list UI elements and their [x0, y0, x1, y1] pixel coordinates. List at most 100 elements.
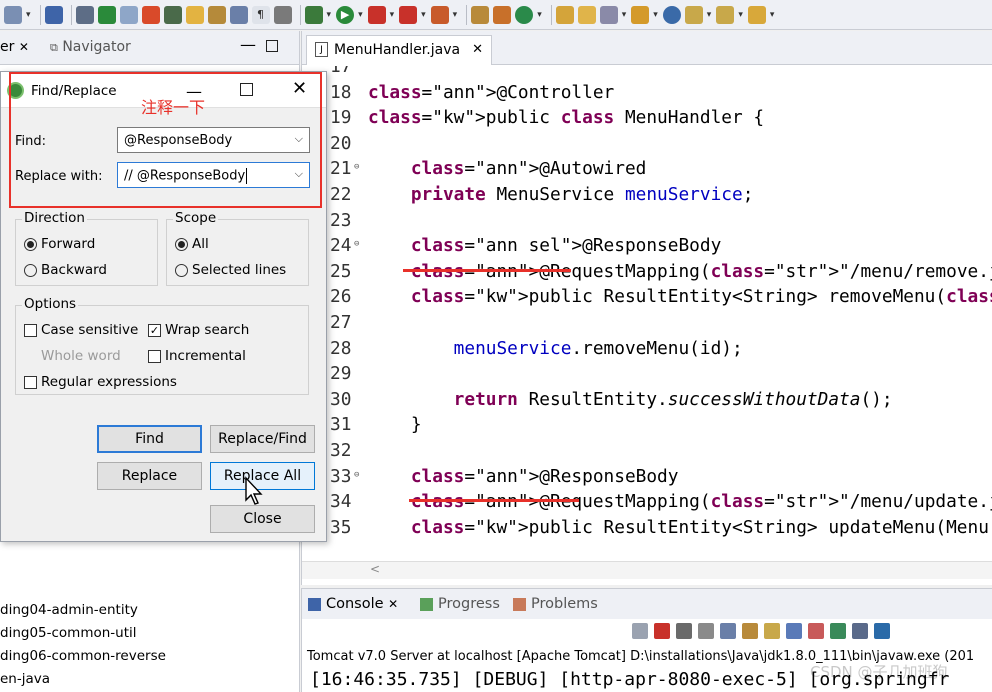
word-wrap-icon[interactable]	[764, 623, 780, 639]
highlight-icon[interactable]	[185, 5, 204, 24]
new-wizard-icon[interactable]	[515, 5, 534, 24]
clear-console-icon[interactable]	[720, 623, 736, 639]
code-line[interactable]: 26 class="kw">public ResultEntity<String…	[302, 286, 992, 312]
code-line[interactable]: 23	[302, 210, 992, 236]
skip-breakpoints-icon[interactable]	[75, 5, 94, 24]
code-line[interactable]: 35 class="kw">public ResultEntity<String…	[302, 517, 992, 543]
radio-button[interactable]	[175, 263, 188, 277]
previous-annotation-icon[interactable]	[716, 5, 735, 24]
display-console-icon[interactable]	[852, 623, 868, 639]
bug-icon[interactable]	[97, 5, 116, 24]
open-console-icon[interactable]	[874, 623, 890, 639]
back-icon[interactable]	[747, 5, 766, 24]
open-folder-icon[interactable]	[577, 5, 596, 24]
tab-menuhandler-java[interactable]: J MenuHandler.java ✕	[306, 35, 492, 65]
fold-toggle-icon[interactable]: ⊖	[354, 239, 359, 249]
paragraph-icon[interactable]: ¶	[251, 5, 270, 24]
list-item[interactable]: en-java	[0, 668, 300, 691]
close-icon[interactable]: ✕	[388, 597, 398, 611]
code-line[interactable]: 30 return ResultEntity.successWithoutDat…	[302, 389, 992, 415]
code-line[interactable]: 21 ⊖ class="ann">@Autowired	[302, 158, 992, 184]
close-icon[interactable]: ✕	[19, 40, 29, 54]
pin-console-icon[interactable]	[830, 623, 846, 639]
tab-progress[interactable]: Progress	[420, 596, 500, 612]
show-whitespace-icon[interactable]	[119, 5, 138, 24]
remove-all-icon[interactable]	[698, 623, 714, 639]
code-line[interactable]: 27	[302, 312, 992, 338]
checkbox[interactable]	[24, 375, 37, 389]
list-item[interactable]: ding06-common-reverse	[0, 645, 300, 668]
list-item[interactable]: ding05-common-util	[0, 622, 300, 645]
fold-toggle-icon[interactable]: ⊖	[354, 162, 359, 172]
radio-button[interactable]	[24, 263, 37, 277]
external-tools-icon[interactable]	[367, 5, 386, 24]
replace-find-button[interactable]: Replace/Find	[210, 425, 315, 453]
scroll-lock-icon[interactable]	[742, 623, 758, 639]
chevron-down-icon[interactable]: ▾	[327, 10, 332, 20]
code-line[interactable]: 34 class="ann">@RequestMapping(class="st…	[302, 491, 992, 517]
find-input[interactable]: @ResponseBody ⌵	[117, 127, 310, 153]
replace-input[interactable]: // @ResponseBody ⌵	[117, 162, 310, 188]
rocket-icon[interactable]	[599, 5, 618, 24]
close-button[interactable]: Close	[210, 505, 315, 533]
code-line[interactable]: 18 class="ann">@Controller	[302, 82, 992, 108]
block-icon[interactable]	[229, 5, 248, 24]
code-line[interactable]: 33 ⊖ class="ann">@ResponseBody	[302, 466, 992, 492]
debug-icon[interactable]	[304, 5, 323, 24]
code-area[interactable]: 17 18 class="ann">@Controller 19 class="kw">…	[302, 66, 992, 566]
chevron-down-icon[interactable]: ▾	[453, 10, 458, 20]
code-line[interactable]: 29	[302, 363, 992, 389]
globe-icon[interactable]	[662, 5, 681, 24]
chevron-down-icon[interactable]: ▾	[738, 10, 743, 20]
open-task-icon[interactable]	[631, 5, 650, 24]
tab-package-explorer[interactable]: er ✕	[0, 39, 29, 55]
brush-icon[interactable]	[273, 5, 292, 24]
code-line[interactable]: 20	[302, 133, 992, 159]
replace-button[interactable]: Replace	[97, 462, 202, 490]
open-type-icon[interactable]	[555, 5, 574, 24]
close-icon[interactable]: ✕	[292, 78, 307, 99]
radio-forward[interactable]: Forward	[24, 236, 95, 252]
chevron-down-icon[interactable]: ▾	[537, 10, 542, 20]
chevron-down-icon[interactable]: ▾	[26, 10, 31, 20]
list-item[interactable]: ding04-admin-entity	[0, 599, 300, 622]
relaunch-icon[interactable]	[632, 623, 648, 639]
code-line[interactable]: 28 menuService.removeMenu(id);	[302, 338, 992, 364]
run-icon[interactable]: ▶	[336, 5, 355, 24]
tab-problems[interactable]: Problems	[513, 596, 598, 612]
next-annotation-icon[interactable]	[684, 5, 703, 24]
server-icon[interactable]	[430, 5, 449, 24]
code-line[interactable]: 32	[302, 440, 992, 466]
chevron-down-icon[interactable]: ▾	[421, 10, 426, 20]
maximize-icon[interactable]	[266, 40, 278, 52]
chevron-down-icon[interactable]: ▾	[622, 10, 627, 20]
code-line[interactable]: 25 class="ann">@RequestMapping(class="st…	[302, 261, 992, 287]
code-line[interactable]: 19 class="kw">public class MenuHandler {	[302, 107, 992, 133]
chevron-down-icon[interactable]: ▾	[390, 10, 395, 20]
new-package-icon[interactable]	[471, 5, 490, 24]
fold-toggle-icon[interactable]: ⊖	[354, 470, 359, 480]
checkmark-icon[interactable]: ✓	[148, 323, 161, 337]
chevron-down-icon[interactable]: ⌵	[295, 167, 303, 181]
chevron-down-icon[interactable]: ▾	[770, 10, 775, 20]
show-on-output-icon[interactable]	[786, 623, 802, 639]
chevron-down-icon[interactable]: ▾	[707, 10, 712, 20]
checkbox[interactable]	[24, 323, 37, 337]
refresh-icon[interactable]	[141, 5, 160, 24]
pin-icon[interactable]	[163, 5, 182, 24]
checkbox-wrap-search[interactable]: ✓ Wrap search	[148, 322, 249, 338]
close-icon[interactable]: ✕	[472, 42, 483, 57]
radio-button[interactable]	[175, 237, 188, 251]
edit-icon[interactable]	[207, 5, 226, 24]
checkbox-case-sensitive[interactable]: Case sensitive	[24, 322, 138, 338]
code-line[interactable]: 31 }	[302, 414, 992, 440]
console-view-icon[interactable]	[44, 5, 63, 24]
stop-icon[interactable]	[399, 5, 418, 24]
new-class-icon[interactable]	[493, 5, 512, 24]
code-line[interactable]: 22 private MenuService menuService;	[302, 184, 992, 210]
chevron-down-icon[interactable]: ▾	[653, 10, 658, 20]
radio-selected-lines[interactable]: Selected lines	[175, 262, 286, 278]
maximize-icon[interactable]	[240, 83, 253, 96]
code-line[interactable]: 24 ⊖ class="ann sel">@ResponseBody	[302, 235, 992, 261]
chevron-down-icon[interactable]: ⌵	[295, 132, 303, 146]
